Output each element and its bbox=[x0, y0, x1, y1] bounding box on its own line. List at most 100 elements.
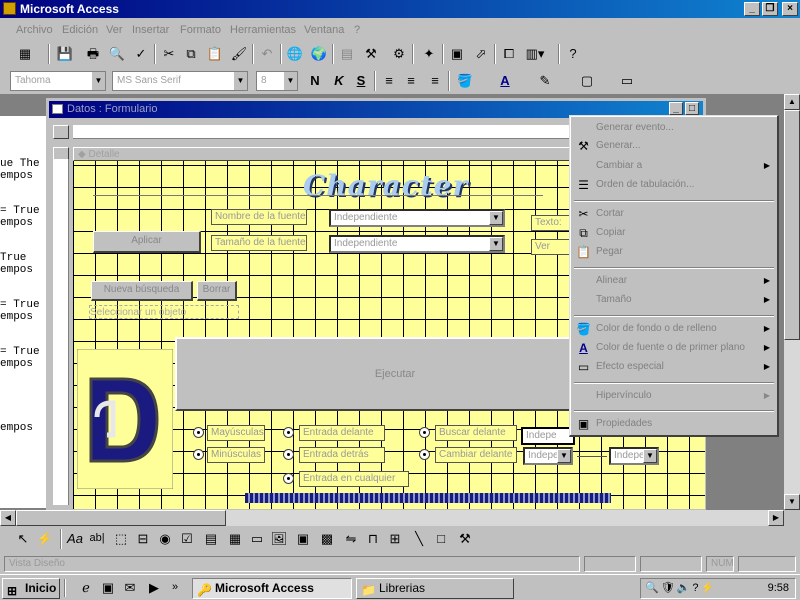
menu-generar[interactable]: ⚒ Generar... bbox=[572, 137, 776, 155]
horizontal-scroll-thumb[interactable] bbox=[16, 510, 226, 526]
menu-alinear[interactable]: Alinear ▶ bbox=[572, 272, 776, 290]
copy-icon[interactable]: ⧉ bbox=[180, 43, 202, 65]
form-minimize-button[interactable]: _ bbox=[669, 102, 683, 115]
ie-icon[interactable]: ℯ bbox=[76, 578, 96, 598]
web-toolbar-icon[interactable]: 🌍 bbox=[308, 43, 330, 65]
more-controls-icon[interactable]: ⚒ bbox=[454, 528, 476, 550]
bold-icon[interactable]: N bbox=[304, 70, 326, 92]
format-painter-icon[interactable]: 🖌 bbox=[228, 43, 250, 65]
menu-propiedades[interactable]: ▣ Propiedades bbox=[572, 415, 776, 433]
autoformat-icon[interactable]: ⚙ bbox=[388, 43, 410, 65]
combo-buscar[interactable]: Indepe bbox=[521, 427, 575, 445]
field-list-icon[interactable]: ▤ bbox=[336, 43, 358, 65]
paste-icon[interactable]: 📋 bbox=[204, 43, 226, 65]
font-size-combo[interactable]: 8 ▼ bbox=[256, 71, 298, 91]
scroll-down-icon[interactable]: ▼ bbox=[784, 494, 800, 510]
line-tool-icon[interactable]: ╲ bbox=[408, 528, 430, 550]
web-icon[interactable]: 🌐 bbox=[284, 43, 306, 65]
menu-color-fuente[interactable]: A Color de fuente o de primer plano ▶ bbox=[572, 339, 776, 357]
border-width-icon[interactable]: ▢ bbox=[576, 70, 598, 92]
label-entrada-detras[interactable]: Entrada detrás bbox=[299, 447, 385, 463]
scroll-up-icon[interactable]: ▲ bbox=[784, 94, 800, 110]
font-color-icon[interactable]: A bbox=[494, 70, 516, 92]
menu-help[interactable]: ? bbox=[354, 24, 360, 36]
radio-entrada-delante[interactable] bbox=[283, 427, 294, 438]
task-microsoft-access[interactable]: 🔑 Microsoft Access bbox=[192, 578, 352, 599]
task-librerias[interactable]: 📁 Librerias bbox=[356, 578, 514, 599]
database-window-icon[interactable]: ⧠ bbox=[498, 43, 520, 65]
underline-icon[interactable]: S bbox=[350, 70, 372, 92]
special-effect-icon[interactable]: ▭ bbox=[616, 70, 638, 92]
fill-color-icon[interactable]: 🪣 bbox=[454, 70, 476, 92]
restore-button[interactable]: ❐ bbox=[762, 2, 778, 16]
form-heading[interactable]: Character bbox=[303, 169, 468, 202]
vertical-scroll-thumb[interactable] bbox=[784, 110, 800, 340]
combo-tamano-fuente[interactable]: Independiente ▼ bbox=[329, 235, 505, 253]
radio-entrada-cualquier[interactable] bbox=[283, 473, 294, 484]
line-color-icon[interactable]: ✎ bbox=[534, 70, 556, 92]
radio-buscar-delante[interactable] bbox=[419, 427, 430, 438]
menu-color-fondo[interactable]: 🪣 Color de fondo o de relleno ▶ bbox=[572, 320, 776, 338]
vertical-scrollbar[interactable]: ▲ ▼ bbox=[784, 94, 800, 510]
menu-ver[interactable]: Ver bbox=[106, 24, 123, 36]
bound-frame-icon[interactable]: ▩ bbox=[316, 528, 338, 550]
quicklaunch-more-icon[interactable]: » bbox=[168, 578, 182, 598]
menu-herramientas[interactable]: Herramientas bbox=[230, 24, 296, 36]
unbound-frame-icon[interactable]: ▣ bbox=[292, 528, 314, 550]
toolbox-icon[interactable]: ⚒ bbox=[360, 43, 382, 65]
align-center-icon[interactable]: ≡ bbox=[400, 70, 422, 92]
menu-ventana[interactable]: Ventana bbox=[304, 24, 344, 36]
subform-icon[interactable]: ⊞ bbox=[384, 528, 406, 550]
label-minusculas[interactable]: Minúsculas bbox=[207, 447, 265, 463]
combo-extra[interactable]: Indepe ▼ bbox=[609, 447, 659, 465]
list-box-tool-icon[interactable]: ▦ bbox=[224, 528, 246, 550]
radio-entrada-detras[interactable] bbox=[283, 449, 294, 460]
menu-edicion[interactable]: Edición bbox=[62, 24, 98, 36]
spelling-icon[interactable]: ✓ bbox=[130, 43, 152, 65]
horizontal-scrollbar[interactable]: ◀ ▶ bbox=[0, 510, 784, 526]
option-group-icon[interactable]: ⬚ bbox=[110, 528, 132, 550]
print-preview-icon[interactable]: 🔍 bbox=[106, 43, 128, 65]
undo-icon[interactable]: ↶ bbox=[256, 43, 278, 65]
new-object-icon[interactable]: ▥▾ bbox=[524, 43, 546, 65]
outlook-icon[interactable]: ✉ bbox=[120, 578, 140, 598]
code-icon[interactable]: ✦ bbox=[418, 43, 440, 65]
menu-generar-evento[interactable]: Generar evento... bbox=[572, 119, 776, 137]
scroll-left-icon[interactable]: ◀ bbox=[0, 510, 16, 526]
close-button[interactable]: × bbox=[782, 2, 798, 16]
cut-icon[interactable]: ✂ bbox=[158, 43, 180, 65]
command-button-tool-icon[interactable]: ▭ bbox=[246, 528, 268, 550]
textbox-tool-icon[interactable]: ab| bbox=[86, 528, 108, 550]
menu-cambiar-a[interactable]: Cambiar a ▶ bbox=[572, 157, 776, 175]
menu-formato[interactable]: Formato bbox=[180, 24, 221, 36]
menu-tamano[interactable]: Tamaño ▶ bbox=[572, 291, 776, 309]
menu-efecto-especial[interactable]: ▭ Efecto especial ▶ bbox=[572, 358, 776, 376]
app-title-bar[interactable]: Microsoft Access _ ❐ × bbox=[0, 0, 800, 18]
start-button[interactable]: ⊞ Inicio bbox=[2, 578, 60, 599]
menu-orden-tabulacion[interactable]: ☰ Orden de tabulación... bbox=[572, 176, 776, 194]
nueva-busqueda-button[interactable]: Nueva búsqueda bbox=[91, 281, 193, 301]
radio-cambiar-delante[interactable] bbox=[419, 449, 430, 460]
build-icon[interactable]: ⬀ bbox=[470, 43, 492, 65]
italic-icon[interactable]: K bbox=[328, 70, 350, 92]
label-nombre-fuente[interactable]: Nombre de la fuente bbox=[211, 209, 307, 225]
label-tool-icon[interactable]: Aa bbox=[64, 528, 86, 550]
properties-icon[interactable]: ▣ bbox=[446, 43, 468, 65]
combo-cambiar[interactable]: Indepe ▼ bbox=[523, 447, 573, 465]
form-restore-button[interactable]: □ bbox=[685, 102, 699, 115]
toggle-button-icon[interactable]: ⊟ bbox=[132, 528, 154, 550]
save-icon[interactable]: 💾 bbox=[54, 43, 76, 65]
align-left-icon[interactable]: ≡ bbox=[378, 70, 400, 92]
menu-insertar[interactable]: Insertar bbox=[132, 24, 169, 36]
combo-box-tool-icon[interactable]: ▤ bbox=[200, 528, 222, 550]
aplicar-button[interactable]: Aplicar bbox=[93, 231, 201, 253]
minimize-button[interactable]: _ bbox=[744, 2, 760, 16]
view-icon[interactable]: ▦ bbox=[14, 43, 36, 65]
field-hint[interactable]: Seleccionar un objeto bbox=[89, 305, 239, 319]
print-icon[interactable]: 🖶 bbox=[82, 43, 104, 65]
select-objects-icon[interactable]: ↖ bbox=[12, 528, 34, 550]
rectangle-tool-icon[interactable]: □ bbox=[430, 528, 452, 550]
image-tool-icon[interactable]: 🖼 bbox=[268, 528, 290, 550]
label-entrada-delante[interactable]: Entrada delante bbox=[299, 425, 385, 441]
clock[interactable]: 9:58 bbox=[768, 582, 789, 594]
